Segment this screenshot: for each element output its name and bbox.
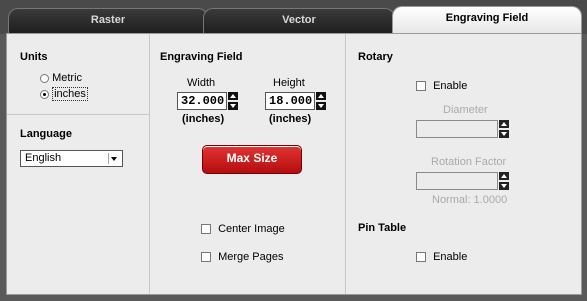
tab-raster[interactable]: Raster [8,8,208,34]
metric-label: Metric [52,72,83,84]
width-unit: (inches) [182,113,225,125]
normal-factor-note: Normal: 1.0000 [432,194,508,206]
height-unit: (inches) [269,113,312,125]
radio-metric[interactable] [40,73,49,83]
stepper-up-icon[interactable] [228,92,238,100]
units-option-metric[interactable]: Metric [40,72,82,84]
stepper-up-icon [499,172,509,180]
column-divider [149,34,150,294]
center-image-option[interactable]: Center Image [201,223,285,235]
stepper-up-icon [499,120,509,128]
height-stepper[interactable] [316,92,326,110]
diameter-label: Diameter [443,104,488,116]
height-label: Height [273,77,305,89]
width-stepper[interactable] [228,92,238,110]
rotation-factor-label: Rotation Factor [431,156,507,168]
chevron-down-icon[interactable] [108,153,120,164]
stepper-up-icon[interactable] [316,92,326,100]
language-heading: Language [20,128,72,140]
stepper-down-icon[interactable] [316,102,326,110]
stepper-down-icon[interactable] [228,102,238,110]
diameter-stepper [499,120,509,138]
units-option-inches[interactable]: inches [40,87,88,101]
stepper-down-icon [499,130,509,138]
rotary-enable-option[interactable]: Enable [416,80,467,92]
section-divider [7,114,149,115]
max-size-button[interactable]: Max Size [202,145,302,174]
rotary-enable-label: Enable [433,80,468,92]
stepper-down-icon [499,182,509,190]
tab-vector[interactable]: Vector [203,8,395,34]
pin-table-enable-checkbox[interactable] [416,252,426,263]
column-divider [345,34,346,294]
settings-panel: Units Metric inches Language English Eng… [6,33,582,295]
diameter-input [416,120,498,138]
units-heading: Units [20,51,48,63]
language-value: English [25,152,62,164]
center-image-label: Center Image [218,223,285,235]
radio-inches[interactable] [40,89,49,99]
rotary-heading: Rotary [358,51,393,63]
merge-pages-checkbox[interactable] [201,252,211,263]
center-image-checkbox[interactable] [201,224,211,235]
rotation-factor-stepper [499,172,509,190]
merge-pages-option[interactable]: Merge Pages [201,251,284,263]
width-input[interactable]: 32.000 [177,92,227,110]
width-label: Width [187,77,216,89]
engraving-field-heading: Engraving Field [160,51,243,63]
tab-engraving-field[interactable]: Engraving Field [392,6,582,34]
merge-pages-label: Merge Pages [218,251,284,263]
pin-table-enable-option[interactable]: Enable [416,251,467,263]
tab-bar: Raster Vector Engraving Field [0,0,587,34]
inches-label: inches [52,87,88,101]
rotary-enable-checkbox[interactable] [416,81,426,92]
rotation-factor-input [416,172,498,190]
language-select[interactable]: English [20,150,123,167]
pin-table-enable-label: Enable [433,251,468,263]
pin-table-heading: Pin Table [358,222,407,234]
height-input[interactable]: 18.000 [265,92,315,110]
